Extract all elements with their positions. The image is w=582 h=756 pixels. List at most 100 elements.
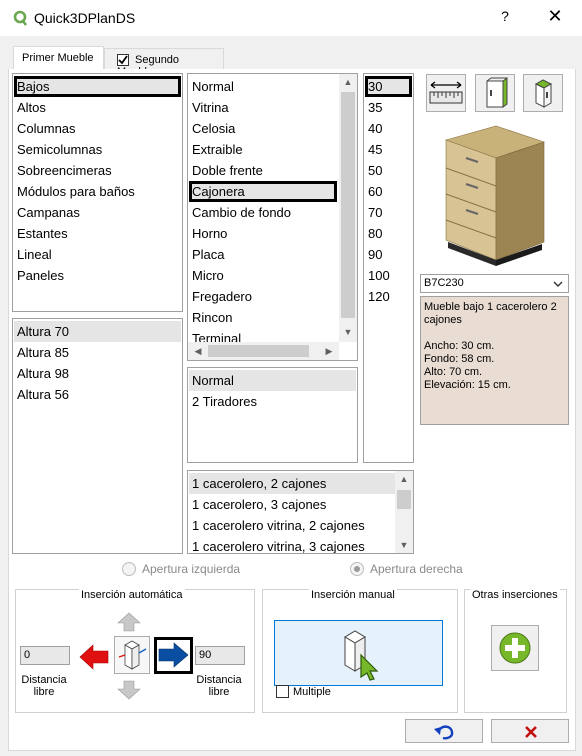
manual-insert-button[interactable]: [274, 620, 443, 686]
width-item[interactable]: 80: [368, 223, 413, 244]
model-code-dropdown[interactable]: B7C230: [420, 274, 569, 293]
left-distance-field[interactable]: 0: [20, 646, 70, 665]
type-item[interactable]: Normal: [192, 76, 342, 97]
open-left-button[interactable]: [475, 74, 515, 112]
right-distance-caption-2: libre: [208, 686, 230, 698]
tab-primer-mueble[interactable]: Primer Mueble: [13, 46, 104, 69]
type-item[interactable]: Fregadero: [192, 286, 342, 307]
variant-item[interactable]: 1 cacerolero, 3 cajones: [192, 494, 398, 515]
arrow-left-icon: [79, 644, 109, 670]
scroll-thumb[interactable]: [341, 92, 355, 318]
type-item[interactable]: Placa: [192, 244, 342, 265]
height-item[interactable]: Altura 98: [17, 363, 182, 384]
width-item[interactable]: 45: [368, 139, 413, 160]
scroll-thumb[interactable]: [208, 345, 309, 357]
arrow-right-icon: [158, 642, 189, 668]
scroll-down-icon[interactable]: ▼: [395, 537, 413, 553]
check-icon: [118, 55, 128, 65]
width-item[interactable]: 60: [368, 181, 413, 202]
left-distance-label: Distancia libre: [14, 674, 74, 698]
category-item[interactable]: Bajos: [14, 76, 181, 97]
tab-segundo-mueble[interactable]: Segundo Mueble: [104, 48, 224, 78]
open-right-button[interactable]: [523, 74, 563, 112]
category-item[interactable]: Campanas: [17, 202, 182, 223]
move-down-button[interactable]: [116, 680, 142, 700]
width-item[interactable]: 30: [365, 76, 412, 97]
cancel-button[interactable]: [491, 719, 569, 743]
scroll-right-icon[interactable]: ▶: [321, 343, 337, 359]
type-item[interactable]: Micro: [192, 265, 342, 286]
scroll-left-icon[interactable]: ◀: [190, 343, 206, 359]
type-list-vscroll[interactable]: ▲ ▼: [339, 74, 357, 342]
type-item[interactable]: Cambio de fondo: [192, 202, 342, 223]
width-item[interactable]: 50: [368, 160, 413, 181]
right-distance-field[interactable]: 90: [195, 646, 245, 665]
variant-item[interactable]: 1 cacerolero vitrina, 2 cajones: [192, 515, 398, 536]
handle-list[interactable]: Normal 2 Tiradores: [187, 367, 358, 463]
type-item[interactable]: Vitrina: [192, 97, 342, 118]
category-list[interactable]: Bajos Altos Columnas Semicolumnas Sobreencim…: [12, 73, 183, 312]
type-item[interactable]: Doble frente: [192, 160, 342, 181]
type-item[interactable]: Horno: [192, 223, 342, 244]
open-left-radio[interactable]: [122, 562, 136, 576]
ruler-icon: [429, 81, 463, 104]
cabinet-preview-image: [445, 125, 545, 266]
arrow-down-icon: [117, 680, 141, 700]
window-title: Quick3DPlanDS: [34, 10, 136, 26]
multiple-checkbox[interactable]: [276, 685, 289, 698]
chevron-down-icon: [553, 281, 563, 287]
type-item[interactable]: Rincon: [192, 307, 342, 328]
height-list[interactable]: Altura 70 Altura 85 Altura 98 Altura 56: [12, 318, 183, 554]
dimensions-button[interactable]: [426, 74, 466, 112]
category-item[interactable]: Altos: [17, 97, 182, 118]
category-item[interactable]: Estantes: [17, 223, 182, 244]
type-list-hscroll[interactable]: ◀ ▶: [188, 342, 339, 360]
variant-list-vscroll[interactable]: ▲ ▼: [395, 471, 413, 553]
category-item[interactable]: Sobreencimeras: [17, 160, 182, 181]
type-item[interactable]: Extraible: [192, 139, 342, 160]
category-item[interactable]: Columnas: [17, 118, 182, 139]
height-item[interactable]: Altura 56: [17, 384, 182, 405]
handle-item[interactable]: 2 Tiradores: [192, 391, 357, 412]
width-item[interactable]: 70: [368, 202, 413, 223]
category-item[interactable]: Lineal: [17, 244, 182, 265]
width-list[interactable]: 30 35 40 45 50 60 70 80 90 100 120: [363, 73, 414, 463]
cabinet-right-door-icon: [534, 79, 553, 108]
type-item[interactable]: Celosia: [192, 118, 342, 139]
width-item[interactable]: 100: [368, 265, 413, 286]
type-item[interactable]: Cajonera: [189, 181, 337, 202]
move-up-button[interactable]: [116, 612, 142, 632]
variant-item[interactable]: 1 cacerolero vitrina, 3 cajones: [192, 536, 398, 553]
add-insertion-button[interactable]: [491, 625, 539, 671]
variant-list[interactable]: 1 cacerolero, 2 cajones 1 cacerolero, 3 c…: [187, 470, 414, 554]
description-panel: Mueble bajo 1 cacerolero 2 cajones Ancho…: [420, 296, 569, 425]
open-right-radio[interactable]: [350, 562, 364, 576]
width-item[interactable]: 120: [368, 286, 413, 307]
scroll-up-icon[interactable]: ▲: [395, 471, 413, 487]
close-button[interactable]: ✕: [545, 6, 565, 27]
help-button[interactable]: ?: [498, 8, 512, 24]
height-item[interactable]: Altura 85: [17, 342, 182, 363]
move-left-button[interactable]: [78, 642, 110, 672]
type-list[interactable]: Normal Vitrina Celosia Extraible Doble frent…: [187, 73, 358, 361]
scroll-thumb[interactable]: [397, 490, 411, 509]
width-item[interactable]: 40: [368, 118, 413, 139]
undo-icon: [434, 725, 454, 740]
width-item[interactable]: 35: [368, 97, 413, 118]
scroll-up-icon[interactable]: ▲: [339, 74, 357, 90]
category-item[interactable]: Semicolumnas: [17, 139, 182, 160]
scroll-down-icon[interactable]: ▼: [339, 324, 357, 340]
move-right-button[interactable]: [154, 637, 193, 674]
handle-item[interactable]: Normal: [189, 370, 356, 391]
center-cabinet-button[interactable]: [114, 636, 150, 674]
variant-item[interactable]: 1 cacerolero, 2 cajones: [189, 473, 395, 494]
other-insert-title: Otras inserciones: [470, 589, 560, 601]
arrow-up-icon: [117, 612, 141, 632]
category-item[interactable]: Paneles: [17, 265, 182, 286]
app-logo-icon: [13, 10, 27, 26]
category-item[interactable]: Módulos para baños: [17, 181, 182, 202]
width-item[interactable]: 90: [368, 244, 413, 265]
height-item[interactable]: Altura 70: [14, 321, 181, 342]
undo-button[interactable]: [405, 719, 483, 743]
segundo-mueble-checkbox[interactable]: [117, 54, 129, 66]
